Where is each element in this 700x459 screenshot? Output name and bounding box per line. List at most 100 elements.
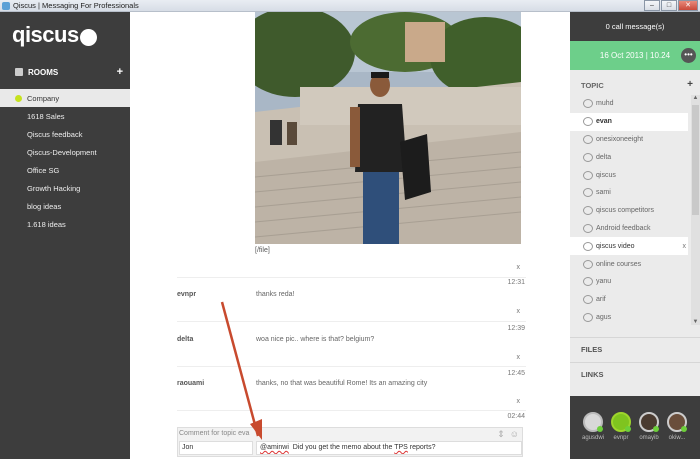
topic-item[interactable]: agus <box>570 309 690 325</box>
room-item-blog-ideas[interactable]: blog ideas <box>0 197 142 215</box>
room-item-qiscus-development[interactable]: Qiscus-Development <box>0 143 142 161</box>
topic-label: yanu <box>596 278 612 286</box>
message-text: thanks reda! <box>256 291 295 298</box>
room-label: Office SG <box>27 165 60 175</box>
window-title: Qiscus | Messaging For Professionals <box>13 1 139 10</box>
room-item-1618-sales[interactable]: 1618 Sales <box>0 107 142 125</box>
comment-text: Did you get the memo about the <box>288 444 395 451</box>
delete-message-button[interactable]: x <box>517 264 521 271</box>
room-item-qiscus-feedback[interactable]: Qiscus feedback <box>0 125 142 143</box>
topic-item[interactable]: onesixoneeight <box>570 131 690 149</box>
mention-text: @aminwi <box>260 444 289 451</box>
chat-bubble-icon <box>583 188 593 198</box>
minimize-button[interactable]: – <box>644 0 660 11</box>
room-label: Qiscus-Development <box>27 147 97 157</box>
topic-label: sami <box>596 189 611 197</box>
participant[interactable]: evnpr <box>608 412 634 441</box>
participant[interactable]: okiw... <box>664 412 690 441</box>
topic-item[interactable]: qiscus <box>570 166 690 184</box>
maximize-button[interactable]: □ <box>661 0 677 11</box>
topic-label: evan <box>596 118 612 126</box>
delete-message-button[interactable]: x <box>517 354 521 361</box>
attach-icon[interactable]: ⇕ <box>497 429 505 440</box>
shared-photo[interactable] <box>255 12 521 244</box>
scroll-down-icon[interactable]: ▼ <box>692 319 699 325</box>
message-time: 12:31 <box>507 279 525 286</box>
add-room-button[interactable]: + <box>117 66 123 78</box>
chat-bubble-icon <box>583 134 593 144</box>
chat-bubble-icon <box>583 277 593 287</box>
topic-item[interactable]: qiscus competitors <box>570 202 690 220</box>
remove-topic-button[interactable]: x <box>683 243 687 250</box>
app-icon <box>2 1 10 10</box>
avatar <box>639 412 659 432</box>
topic-label: Android feedback <box>596 224 651 232</box>
topic-item[interactable]: arif <box>570 291 690 309</box>
delete-message-button[interactable]: x <box>517 308 521 315</box>
room-label: 1618 Sales <box>27 111 65 121</box>
topic-item[interactable]: Android feedback <box>570 220 690 238</box>
name-field[interactable]: Jon <box>179 441 253 455</box>
message-author: delta <box>177 336 194 343</box>
message-text: woa nice pic.. where is that? belgium? <box>256 336 375 343</box>
topic-item[interactable]: yanu <box>570 273 690 291</box>
participant[interactable]: agusdwi <box>580 412 606 441</box>
topic-heading: TOPIC <box>581 81 604 90</box>
composer-icons: ⇕ ☺ <box>497 429 519 440</box>
topic-item[interactable]: delta <box>570 148 690 166</box>
chat-bubble-icon <box>583 259 593 269</box>
window-controls: – □ ✕ <box>643 0 698 11</box>
topic-item[interactable]: sami <box>570 184 690 202</box>
more-options-button[interactable]: ••• <box>681 48 696 63</box>
chat-main: [/file] x 12:31 evnpr thanks reda! x 12:… <box>130 12 570 459</box>
room-item-company[interactable]: Company <box>0 89 142 107</box>
participants-bar: agusdwi evnpr omayib okiw... <box>570 396 700 459</box>
topic-label: onesixoneeight <box>596 135 644 143</box>
topic-list: muhd evan onesixoneeight delta qiscus sa… <box>570 95 690 325</box>
avatar <box>667 412 687 432</box>
topic-header: TOPIC + <box>581 80 693 91</box>
room-item-1618-ideas[interactable]: 1.618 ideas <box>0 215 142 233</box>
scroll-up-icon[interactable]: ▲ <box>692 95 699 101</box>
message-divider <box>177 277 526 278</box>
topic-item-active[interactable]: evan <box>570 112 688 131</box>
delete-message-button[interactable]: x <box>517 398 521 405</box>
room-item-office-sg[interactable]: Office SG <box>0 161 142 179</box>
topic-label: qiscus <box>596 171 616 179</box>
qiscus-logo: qiscus <box>12 22 97 48</box>
add-topic-button[interactable]: + <box>687 80 693 90</box>
participant-name: evnpr <box>613 435 629 441</box>
chat-bubble-icon <box>583 223 593 233</box>
emoji-icon[interactable]: ☺ <box>510 429 519 440</box>
links-section[interactable]: LINKS <box>570 362 700 386</box>
topic-label: delta <box>596 153 612 161</box>
topic-scrollbar[interactable]: ▲ ▼ <box>691 95 700 325</box>
online-status-icon <box>625 426 631 432</box>
comment-input[interactable]: @aminwi Did you get the memo about the T… <box>256 441 522 455</box>
message-author: evnpr <box>177 291 197 298</box>
room-label: Company <box>27 93 60 103</box>
topic-label: arif <box>596 296 606 304</box>
chat-bubble-icon <box>583 206 593 216</box>
message-author: raouami <box>177 380 205 387</box>
topics-panel: 0 call message(s) 16 Oct 2013 | 10.24 ••… <box>570 12 700 459</box>
message-time: 12:45 <box>507 370 525 377</box>
photo-image <box>255 12 521 244</box>
topic-item[interactable]: muhd <box>570 95 690 113</box>
files-section[interactable]: FILES <box>570 337 700 361</box>
avatar <box>583 412 603 432</box>
room-label: Qiscus feedback <box>27 129 83 139</box>
room-item-growth-hacking[interactable]: Growth Hacking <box>0 179 142 197</box>
participant[interactable]: omayib <box>636 412 662 441</box>
call-messages[interactable]: 0 call message(s) <box>570 12 700 41</box>
window-titlebar: Qiscus | Messaging For Professionals – □… <box>0 0 700 12</box>
chat-bubble-icon <box>583 152 593 162</box>
scroll-thumb[interactable] <box>692 105 699 215</box>
participant-name: okiw... <box>668 435 686 441</box>
chat-bubble-icon <box>583 312 593 322</box>
topic-item-hover[interactable]: qiscus video x <box>570 237 688 256</box>
composer-label: Comment for topic eva <box>179 430 250 437</box>
close-window-button[interactable]: ✕ <box>678 0 698 11</box>
room-label: blog ideas <box>27 201 62 211</box>
topic-item[interactable]: online courses <box>570 255 690 273</box>
